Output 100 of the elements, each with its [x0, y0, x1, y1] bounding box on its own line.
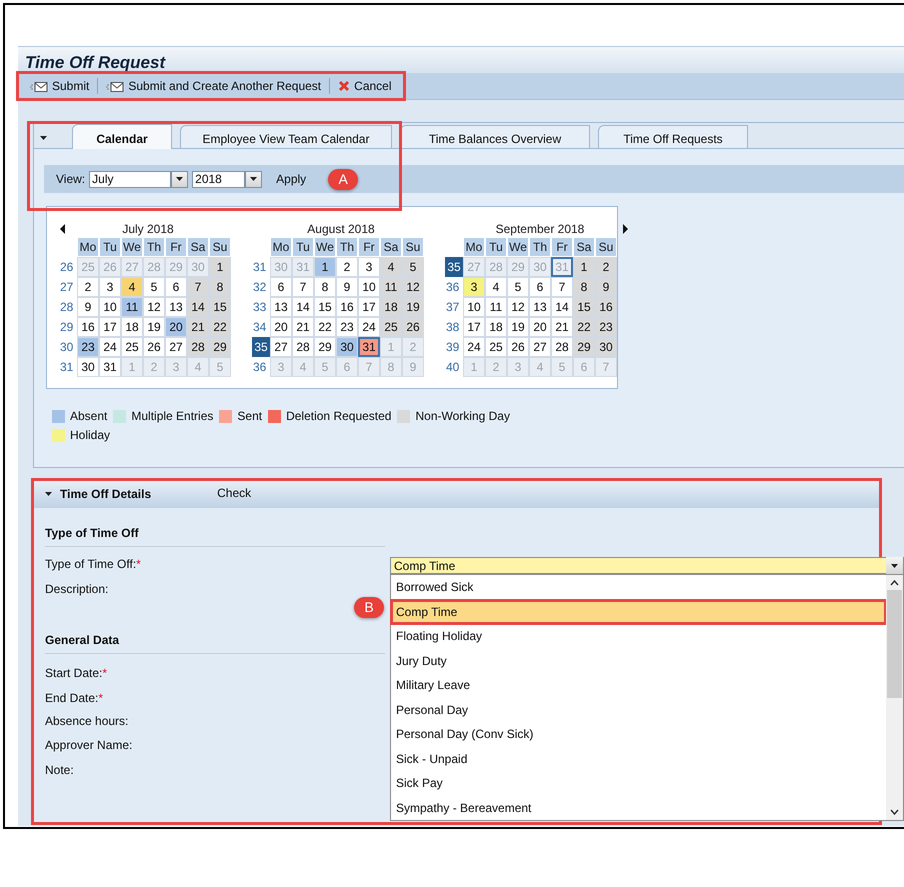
- scrollbar[interactable]: [886, 575, 903, 820]
- day-cell[interactable]: 5: [143, 277, 165, 297]
- day-cell[interactable]: 14: [551, 297, 573, 317]
- day-cell[interactable]: 19: [143, 317, 165, 337]
- day-cell[interactable]: 3: [99, 277, 121, 297]
- day-cell[interactable]: 12: [402, 277, 424, 297]
- day-cell[interactable]: 18: [485, 317, 507, 337]
- day-cell[interactable]: 12: [507, 297, 529, 317]
- day-cell[interactable]: 1: [209, 257, 231, 277]
- day-cell[interactable]: 20: [165, 317, 187, 337]
- cancel-button[interactable]: Cancel: [330, 76, 400, 96]
- dropdown-option[interactable]: Sympathy - Bereavement: [391, 796, 886, 820]
- day-cell[interactable]: 18: [121, 317, 143, 337]
- day-cell[interactable]: 24: [463, 337, 485, 357]
- submit-button[interactable]: Submit: [22, 76, 98, 96]
- day-cell[interactable]: 10: [358, 277, 380, 297]
- day-cell[interactable]: 21: [551, 317, 573, 337]
- day-cell[interactable]: 27: [529, 337, 551, 357]
- day-cell[interactable]: 24: [99, 337, 121, 357]
- week-number[interactable]: 39: [445, 337, 463, 357]
- dropdown-option[interactable]: Military Leave: [391, 673, 886, 698]
- day-cell[interactable]: 15: [573, 297, 595, 317]
- week-number[interactable]: 30: [59, 337, 77, 357]
- dropdown-button[interactable]: [171, 170, 188, 188]
- week-number[interactable]: 28: [59, 297, 77, 317]
- previous-month-icon[interactable]: [59, 224, 67, 234]
- day-cell[interactable]: 5: [507, 277, 529, 297]
- day-cell[interactable]: 17: [463, 317, 485, 337]
- day-cell[interactable]: 21: [187, 317, 209, 337]
- day-cell[interactable]: 28: [551, 337, 573, 357]
- day-cell[interactable]: 1: [314, 257, 336, 277]
- day-cell[interactable]: 21: [292, 317, 314, 337]
- year-select[interactable]: 2018: [192, 170, 246, 188]
- day-cell[interactable]: 25: [380, 317, 402, 337]
- tab[interactable]: Time Balances Overview: [400, 125, 590, 148]
- day-cell[interactable]: 11: [121, 297, 143, 317]
- day-cell[interactable]: 23: [77, 337, 99, 357]
- day-cell[interactable]: 16: [336, 297, 358, 317]
- week-number[interactable]: 31: [252, 257, 270, 277]
- week-number[interactable]: 37: [445, 297, 463, 317]
- apply-button[interactable]: Apply: [268, 169, 314, 189]
- day-cell[interactable]: 4: [121, 277, 143, 297]
- week-number[interactable]: 34: [252, 317, 270, 337]
- day-cell[interactable]: 12: [143, 297, 165, 317]
- day-cell[interactable]: 27: [270, 337, 292, 357]
- day-cell[interactable]: 26: [402, 317, 424, 337]
- day-cell[interactable]: 9: [595, 277, 617, 297]
- day-cell[interactable]: 24: [358, 317, 380, 337]
- tab[interactable]: Time Off Requests: [598, 125, 748, 148]
- day-cell[interactable]: 2: [336, 257, 358, 277]
- day-cell[interactable]: 4: [380, 257, 402, 277]
- dropdown-option[interactable]: Personal Day (Conv Sick): [391, 722, 886, 746]
- day-cell[interactable]: 22: [573, 317, 595, 337]
- day-cell[interactable]: 26: [507, 337, 529, 357]
- day-cell[interactable]: 2: [595, 257, 617, 277]
- day-cell[interactable]: 6: [165, 277, 187, 297]
- day-cell[interactable]: 8: [209, 277, 231, 297]
- day-cell[interactable]: 8: [573, 277, 595, 297]
- submit-button[interactable]: Submit and Create Another Request: [98, 76, 330, 96]
- day-cell[interactable]: 7: [551, 277, 573, 297]
- week-number[interactable]: 33: [252, 297, 270, 317]
- scroll-down-icon[interactable]: [890, 808, 899, 816]
- day-cell[interactable]: 22: [314, 317, 336, 337]
- day-cell[interactable]: 10: [463, 297, 485, 317]
- day-cell[interactable]: 17: [358, 297, 380, 317]
- check-button[interactable]: Check: [209, 482, 260, 502]
- day-cell[interactable]: 30: [77, 357, 99, 377]
- day-cell[interactable]: 13: [529, 297, 551, 317]
- day-cell[interactable]: 6: [270, 277, 292, 297]
- day-cell[interactable]: 22: [209, 317, 231, 337]
- day-cell[interactable]: 31: [99, 357, 121, 377]
- day-cell[interactable]: 19: [402, 297, 424, 317]
- day-cell[interactable]: 31: [358, 337, 380, 357]
- tab[interactable]: Employee View Team Calendar: [180, 125, 392, 148]
- day-cell[interactable]: 19: [507, 317, 529, 337]
- day-cell[interactable]: 18: [380, 297, 402, 317]
- day-cell[interactable]: 15: [314, 297, 336, 317]
- month-select[interactable]: July: [89, 170, 172, 188]
- day-cell[interactable]: 3: [463, 277, 485, 297]
- week-number[interactable]: 35: [445, 257, 463, 277]
- tab[interactable]: Calendar: [72, 124, 172, 149]
- week-number[interactable]: 36: [252, 357, 270, 377]
- dropdown-option[interactable]: Personal Day: [391, 698, 886, 722]
- day-cell[interactable]: 7: [187, 277, 209, 297]
- day-cell[interactable]: 30: [595, 337, 617, 357]
- day-cell[interactable]: 20: [529, 317, 551, 337]
- day-cell[interactable]: 8: [314, 277, 336, 297]
- day-cell[interactable]: 26: [143, 337, 165, 357]
- day-cell[interactable]: 20: [270, 317, 292, 337]
- day-cell[interactable]: 17: [99, 317, 121, 337]
- week-number[interactable]: 38: [445, 317, 463, 337]
- day-cell[interactable]: 11: [485, 297, 507, 317]
- day-cell[interactable]: 29: [573, 337, 595, 357]
- day-cell[interactable]: 9: [77, 297, 99, 317]
- day-cell[interactable]: 14: [187, 297, 209, 317]
- day-cell[interactable]: 4: [485, 277, 507, 297]
- day-cell[interactable]: 5: [402, 257, 424, 277]
- dropdown-option[interactable]: Sick Pay: [391, 771, 886, 796]
- day-cell[interactable]: 28: [292, 337, 314, 357]
- day-cell[interactable]: 25: [485, 337, 507, 357]
